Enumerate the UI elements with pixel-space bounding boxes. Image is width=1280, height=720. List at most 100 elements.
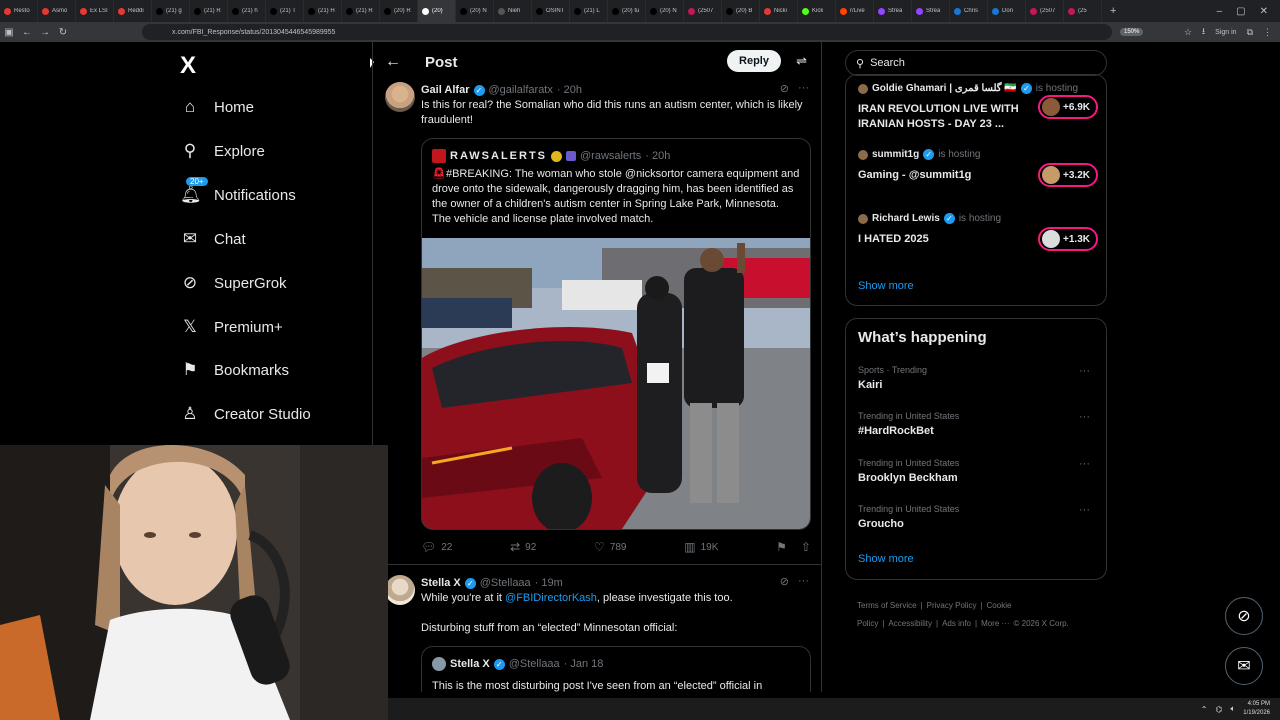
browser-tab[interactable]: (21) R [342,0,380,22]
more-icon[interactable]: ··· [798,82,809,94]
listener-count-pill[interactable]: +1.3K [1038,227,1098,251]
browser-tab[interactable]: (20) B [722,0,760,22]
browser-tab[interactable]: Resto [0,0,38,22]
volume-icon[interactable]: 🔈︎ [1230,704,1235,714]
bookmark-action-icon[interactable]: ⚑ [776,540,787,554]
browser-tab[interactable]: (20) tu [608,0,646,22]
forward-icon[interactable]: → [36,27,54,38]
back-arrow-icon[interactable]: ← [385,53,401,71]
close-window-icon[interactable]: ✕ [1260,6,1268,17]
sidebar-item-explore[interactable]: ⚲ Explore [180,141,265,161]
reply-button[interactable]: Reply [727,50,781,72]
browser-tab[interactable]: (21) g [152,0,190,22]
footer-link[interactable]: Privacy Policy [927,601,977,610]
minimize-icon[interactable]: – [1217,6,1223,17]
reply-tweet[interactable]: Stella X ✓ @Stellaaa · 19m ⊘ ··· While y… [373,575,821,692]
sidebar-item-premium[interactable]: 𝕏 Premium+ [180,317,283,337]
browser-tab[interactable]: Strea [874,0,912,22]
quoted-tweet[interactable]: RAWSALERTS @rawsalerts · 20h 🚨︎#BREAKING… [421,138,811,530]
mention-link[interactable]: @FBIDirectorKash [505,592,597,604]
grok-icon[interactable]: ⊘ [780,82,789,95]
browser-tab[interactable]: Reddi [114,0,152,22]
browser-tab[interactable]: (21) L [570,0,608,22]
sidebar-toggle-icon[interactable]: ▣ [0,27,18,38]
browser-tab[interactable]: Don [988,0,1026,22]
download-icon[interactable]: ⭳ [1202,24,1205,40]
reply-action[interactable]: 💬︎ 22 [421,540,452,554]
quoted-tweet[interactable]: Stella X ✓ @Stellaaa · Jan 18 This is th… [421,646,811,692]
zoom-badge[interactable]: 150% [1120,28,1144,36]
browser-tab[interactable]: Chris [950,0,988,22]
browser-tab[interactable]: (21) h [228,0,266,22]
grok-icon[interactable]: ⊘ [780,575,789,588]
browser-tab[interactable]: (2507 [684,0,722,22]
more-icon[interactable]: ··· [1079,411,1090,423]
browser-tab[interactable]: (20) R [380,0,418,22]
browser-tab[interactable]: (25 [1064,0,1102,22]
browser-tab[interactable]: (20) N [456,0,494,22]
footer-link[interactable]: © 2026 X Corp. [1014,619,1069,628]
x-logo-icon[interactable]: X [180,52,196,80]
listener-count-pill[interactable]: +6.9K [1038,95,1098,119]
grok-fab-icon[interactable]: ⊘ [1225,597,1263,635]
browser-tab[interactable]: Nicki [760,0,798,22]
back-icon[interactable]: ← [18,27,36,38]
browser-tab[interactable]: (2507 [1026,0,1064,22]
reply-settings-icon[interactable]: ⇌ [796,53,807,69]
footer-link[interactable]: More ··· [981,619,1009,628]
network-icon[interactable]: ⌬ [1216,705,1223,714]
show-more-link[interactable]: Show more [858,553,914,565]
reload-icon[interactable]: ↻ [54,27,72,38]
more-icon[interactable]: ··· [1079,504,1090,516]
browser-tab[interactable]: OSINT [532,0,570,22]
avatar[interactable] [385,82,415,112]
trend-item[interactable]: Trending in United States Groucho ··· [858,504,1098,530]
browser-tab[interactable]: Ex LSI [76,0,114,22]
sidebar-item-chat[interactable]: ✉ Chat [180,229,246,249]
trend-item[interactable]: Sports · Trending Kairi ··· [858,365,1098,391]
sign-in-button[interactable]: Sign in [1215,29,1236,36]
maximize-icon[interactable]: ▢ [1236,6,1245,17]
url-field[interactable]: x.com/FBI_Response/status/20130454465459… [142,24,1112,40]
more-icon[interactable]: ··· [1079,365,1090,377]
messages-fab-icon[interactable]: ✉ [1225,647,1263,685]
share-icon[interactable]: ⇧ [801,540,811,554]
sidebar-item-bookmarks[interactable]: ⚑ Bookmarks [180,360,289,380]
sidebar-item-supergrok[interactable]: ⊘ SuperGrok [180,273,287,293]
like-action[interactable]: ♡ 789 [594,540,626,554]
clock[interactable]: 4:05 PM 1/19/2026 [1243,700,1270,718]
views-action[interactable]: ▥ 19K [684,540,718,554]
search-input[interactable]: ⚲ Search [845,50,1107,76]
trend-item[interactable]: Trending in United States #HardRockBet ··· [858,411,1098,437]
browser-tab[interactable]: (20) N [646,0,684,22]
sidebar-item-creator-studio[interactable]: ♙ Creator Studio [180,404,310,424]
browser-tab[interactable]: Strea [912,0,950,22]
avatar[interactable] [385,575,415,605]
author-handle[interactable]: @Stellaaa [480,577,531,589]
repost-action[interactable]: ⇄ 92 [510,540,536,554]
trend-item[interactable]: Trending in United States Brooklyn Beckha… [858,458,1098,484]
more-icon[interactable]: ··· [798,575,809,587]
sidebar-item-home[interactable]: ⌂ Home [180,97,254,117]
quote-photo[interactable] [422,238,810,529]
browser-tab[interactable]: Asmo [38,0,76,22]
author-handle[interactable]: @gailalfaratx [489,84,553,96]
star-icon[interactable]: ☆ [1184,27,1192,38]
tweet[interactable]: Gail Alfar ✓ @gailalfaratx · 20h ⊘ ··· I… [373,82,821,554]
footer-link[interactable]: Accessibility [888,619,932,628]
new-tab-icon[interactable]: + [1110,5,1116,17]
author-name[interactable]: Gail Alfar [421,84,470,96]
tweet-time[interactable]: · 19m [535,577,563,589]
listener-count-pill[interactable]: +3.2K [1038,163,1098,187]
show-more-link[interactable]: Show more [858,280,914,292]
live-space-item[interactable]: Richard Lewis ✓ is hosting I HATED 2025 +1.3… [858,213,1098,251]
footer-link[interactable]: Terms of Service [857,601,917,610]
tweet-time[interactable]: · 20h [557,84,582,96]
browser-tab[interactable]: (21) R [190,0,228,22]
sidebar-item-notifications[interactable]: 🔔︎ 20+ Notifications [180,177,296,205]
more-icon[interactable]: ··· [1079,458,1090,470]
author-name[interactable]: Stella X [421,577,461,589]
browser-tab[interactable]: Kick [798,0,836,22]
tray-chevron-icon[interactable]: ⌃ [1201,705,1208,714]
menu-icon[interactable]: ⋮ [1263,27,1272,38]
